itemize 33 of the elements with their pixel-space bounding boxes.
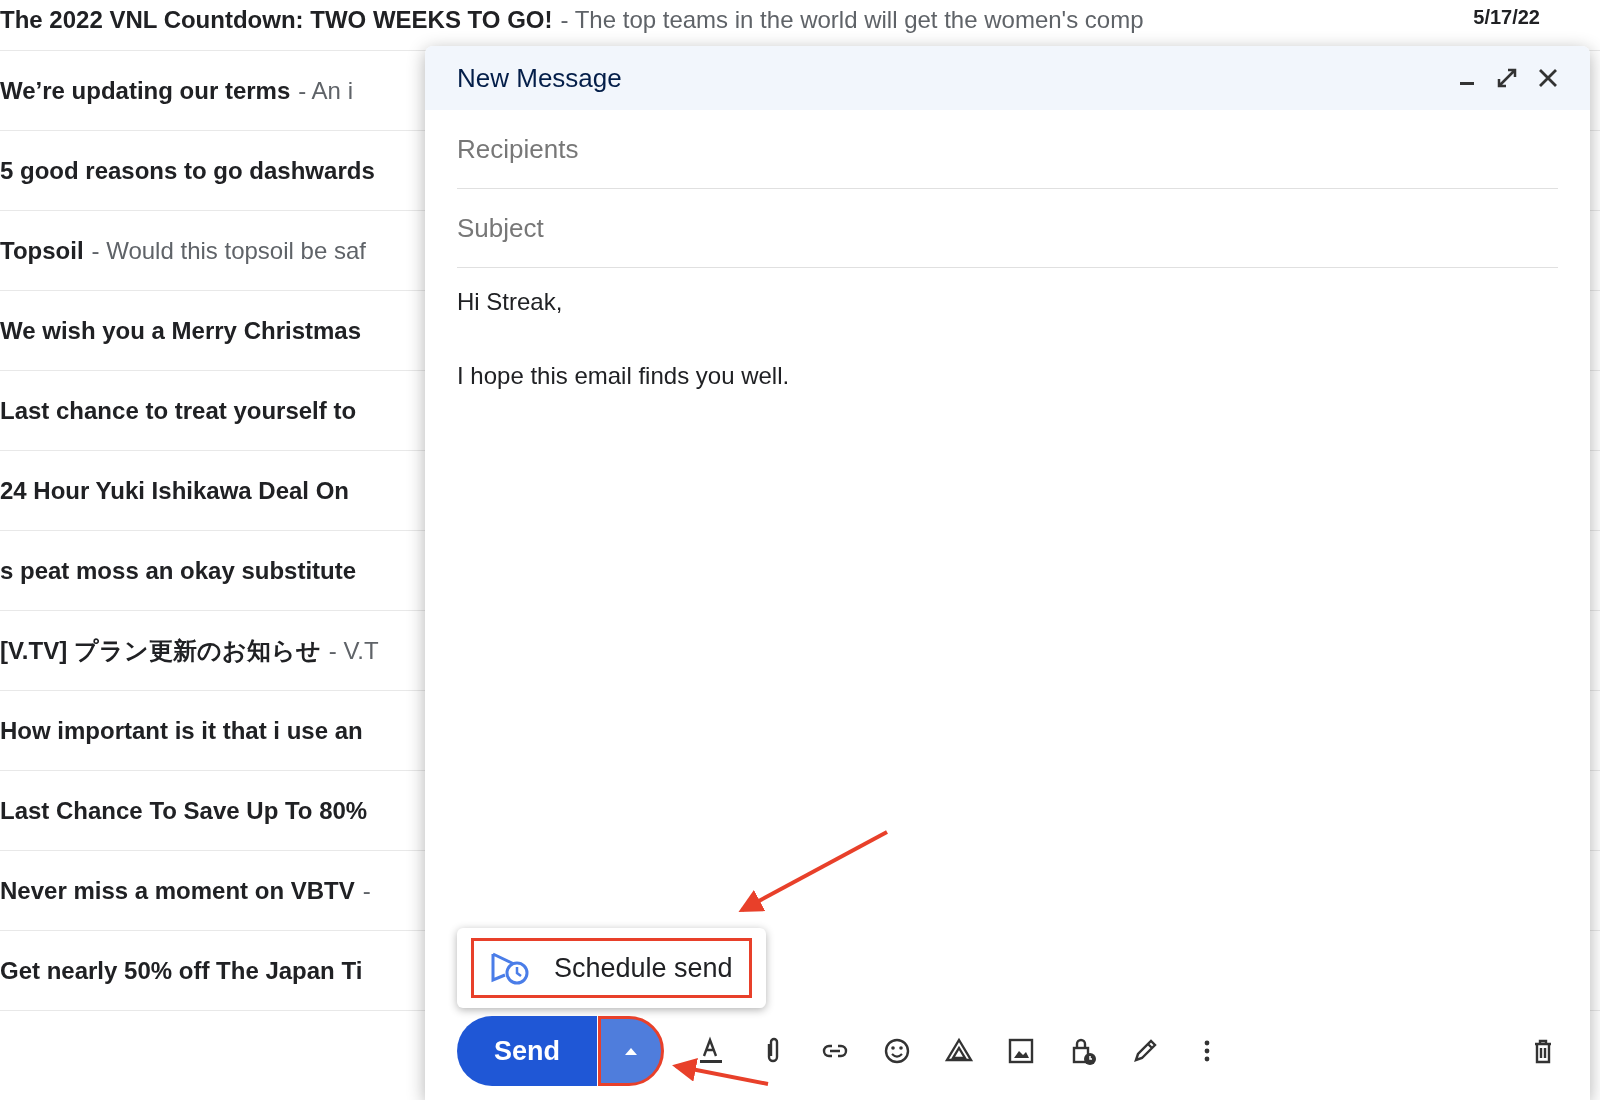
email-subject[interactable]: Get nearly 50% off The Japan Ti — [0, 956, 363, 985]
email-subject[interactable]: Last Chance To Save Up To 80% — [0, 796, 368, 825]
email-subject[interactable]: s peat moss an okay substitute — [0, 556, 357, 585]
send-button[interactable]: Send — [457, 1016, 597, 1086]
caret-icon — [623, 1046, 639, 1056]
email-snippet: - — [362, 876, 371, 905]
email-subject[interactable]: We’re updating our terms — [0, 76, 291, 105]
close-icon[interactable] — [1538, 68, 1558, 88]
clock-send-icon — [490, 951, 530, 985]
email-date: 5/17/22 — [1473, 6, 1540, 29]
subject-field[interactable]: Subject — [457, 189, 1558, 268]
email-subject[interactable]: How important is it that i use an — [0, 716, 363, 745]
email-subject[interactable]: [V.TV] プラン更新のお知らせ — [0, 634, 321, 667]
email-snippet: - An i — [298, 76, 353, 105]
recipients-field[interactable]: Recipients — [457, 110, 1558, 189]
email-subject[interactable]: Last chance to treat yourself to — [0, 396, 357, 425]
email-subject[interactable]: Topsoil — [0, 236, 84, 265]
expand-icon[interactable] — [1496, 67, 1518, 89]
email-snippet: - V.T — [328, 636, 379, 665]
smiley-icon[interactable] — [882, 1036, 912, 1066]
email-subject[interactable]: The 2022 VNL Countdown: TWO WEEKS TO GO! — [0, 6, 553, 34]
body-text: Hi Streak, — [457, 288, 564, 316]
email-snippet: - The top teams in the world will get the women's comp — [560, 6, 1144, 34]
body-text: I hope this email finds you well. — [457, 362, 791, 390]
email-subject[interactable]: 24 Hour Yuki Ishikawa Deal On — [0, 476, 350, 505]
send-options-button[interactable] — [598, 1016, 664, 1086]
email-subject[interactable]: Never miss a moment on VBTV — [0, 876, 355, 905]
window-title: New Message — [457, 62, 623, 94]
email-subject[interactable]: 5 good reasons to go dashwards — [0, 156, 375, 185]
image-icon[interactable] — [1006, 1036, 1036, 1066]
email-subject[interactable]: We wish you a Merry Christmas — [0, 316, 361, 345]
email-snippet: - Would this topsoil be saf — [91, 236, 366, 265]
menu-item[interactable]: Schedule send — [471, 938, 752, 998]
